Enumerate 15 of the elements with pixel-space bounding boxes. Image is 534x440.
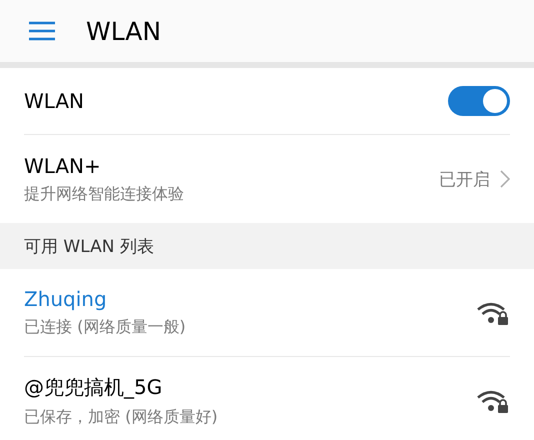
network-item[interactable]: Zhuqing 已连接 (网络质量一般): [24, 269, 510, 357]
wlan-plus-status: 已开启: [439, 168, 490, 190]
network-name: @兜兜搞机_5G: [24, 374, 164, 400]
wlan-plus-description: 提升网络智能连接体验: [24, 184, 185, 204]
menu-icon[interactable]: [28, 21, 56, 41]
wlan-label: WLAN: [24, 89, 84, 113]
network-item[interactable]: @兜兜搞机_5G 已保存，加密 (网络质量好): [24, 357, 510, 440]
chevron-right-icon[interactable]: [500, 170, 510, 188]
page-title: WLAN: [86, 16, 162, 46]
section-title: 可用 WLAN 列表: [24, 236, 154, 258]
network-name: Zhuqing: [24, 287, 108, 311]
network-status: 已保存，加密 (网络质量好): [24, 406, 219, 428]
wlan-plus-label: WLAN+: [24, 154, 102, 178]
wlan-toggle[interactable]: [448, 86, 510, 116]
network-status: 已连接 (网络质量一般): [24, 317, 187, 338]
